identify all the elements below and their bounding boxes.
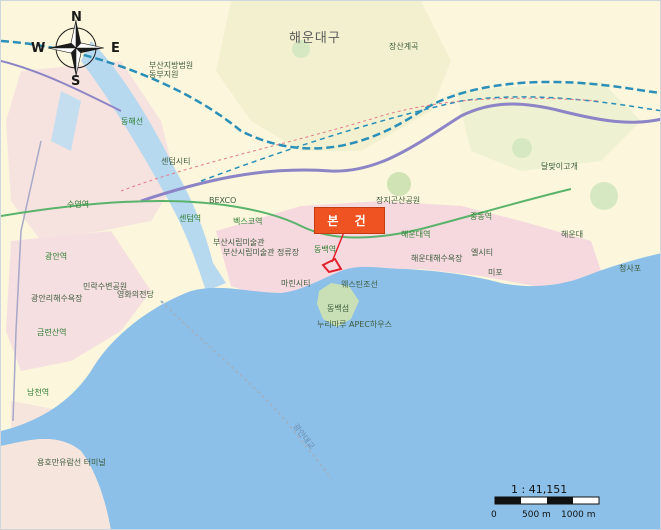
compass-west: W [31, 41, 46, 56]
place-label[interactable]: 해운대해수욕장 [411, 253, 463, 264]
compass-east: E [111, 41, 120, 56]
scale-tick-500: 500 m [522, 510, 551, 520]
district-label: 해운대구 [289, 31, 341, 46]
place-label[interactable]: 웨스틴조선 [341, 279, 378, 290]
map-frame[interactable]: N S E W 해운대구 장산계곡 부산지방법원 동부지원 동해선 BEXCO … [0, 0, 661, 530]
station-label[interactable]: 광안역 [45, 251, 67, 262]
compass-south: S [71, 74, 81, 89]
place-label[interactable]: 부산시립미술관 정류장 [223, 247, 299, 258]
station-label[interactable]: 동해선 [121, 116, 143, 127]
park-area [590, 182, 618, 210]
park-area [387, 172, 411, 196]
place-label[interactable]: 용호만유람선 터미널 [37, 458, 107, 467]
place-label[interactable]: 동백섬 [327, 303, 349, 314]
station-label[interactable]: 남천역 [27, 387, 49, 398]
station-label[interactable]: 벡스코역 [233, 216, 262, 227]
station-label[interactable]: 해운대역 [401, 229, 430, 240]
station-label[interactable]: 중동역 [470, 211, 492, 222]
scale-tick-1000: 1000 m [561, 510, 596, 520]
scale-bar [494, 496, 600, 505]
station-label[interactable]: 센텀역 [179, 213, 201, 224]
compass-north: N [71, 10, 82, 25]
place-label[interactable]: 달맞이고개 [541, 161, 578, 172]
place-label[interactable]: 장지곤산공원 [376, 195, 420, 206]
place-label[interactable]: 마린시티 [281, 278, 310, 289]
place-label[interactable]: 장산계곡 [389, 41, 418, 52]
station-label[interactable]: 동백역 [314, 244, 336, 255]
place-label[interactable]: 센텀시티 [161, 156, 190, 167]
place-label[interactable]: 광안리해수욕장 [31, 293, 83, 304]
place-label[interactable]: 누리마루 APEC하우스 [317, 319, 392, 330]
place-label[interactable]: 부산지방법원 동부지원 [149, 61, 203, 79]
target-callout[interactable]: 본 건 [314, 207, 385, 234]
place-label[interactable]: 해운대 [561, 229, 583, 240]
park-area [512, 138, 532, 158]
station-label[interactable]: 수영역 [67, 199, 89, 210]
station-label[interactable]: 금련산역 [37, 327, 66, 338]
place-label[interactable]: 미포 [488, 267, 503, 278]
scale-ratio: 1 : 41,151 [511, 483, 568, 496]
place-label[interactable]: 엘시티 [471, 247, 493, 258]
place-label[interactable]: 청사포 [619, 263, 641, 274]
scale-tick-0: 0 [491, 510, 497, 520]
place-label[interactable]: BEXCO [209, 196, 236, 205]
map-canvas[interactable] [1, 1, 661, 530]
place-label[interactable]: 영화의전당 [117, 289, 154, 300]
